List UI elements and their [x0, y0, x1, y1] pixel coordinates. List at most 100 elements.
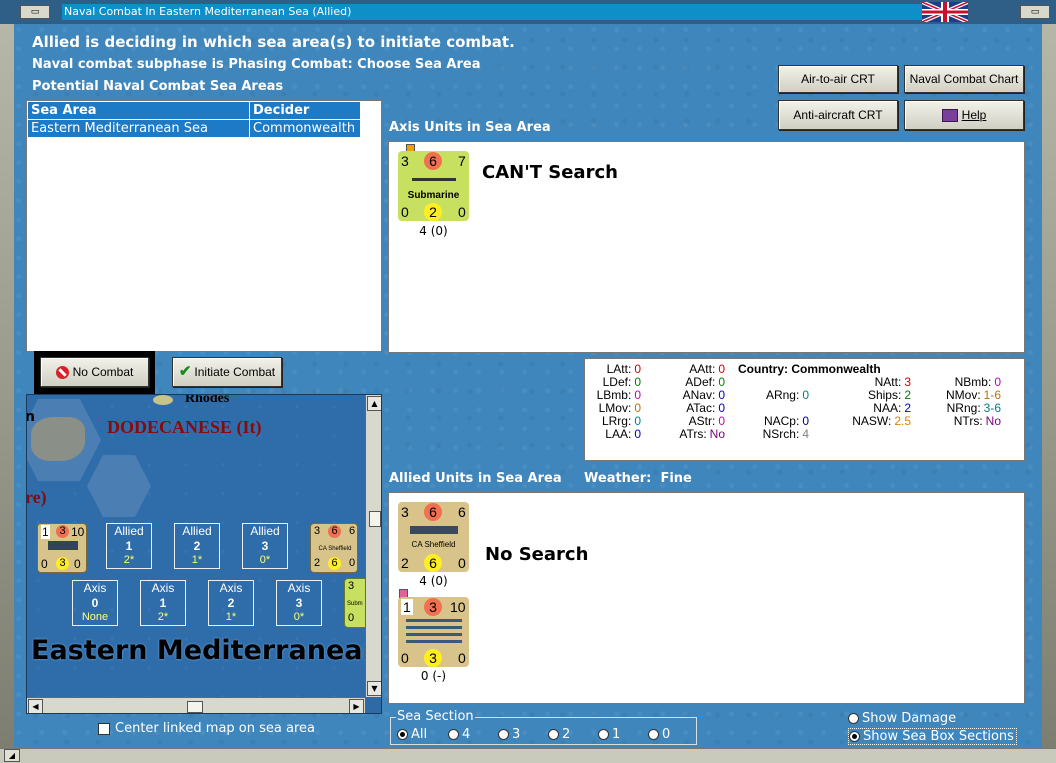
box-value: 2*: [157, 611, 169, 623]
radio-button[interactable]: [598, 729, 609, 740]
weather-line: Weather: Fine: [584, 471, 692, 486]
weather-value: Fine: [660, 471, 692, 486]
sea-area-cell[interactable]: Eastern Mediterranean Sea: [27, 119, 250, 138]
scroll-thumb[interactable]: [187, 701, 203, 713]
stats-column-land: LAtt: 0 LDef: 0 LBmb: 0 LMov: 0 LRrg: 0 LAA: 0: [596, 362, 641, 441]
show-sea-box-option[interactable]: Show Sea Box Sections: [848, 728, 1017, 745]
naval-combat-chart-button[interactable]: Naval Combat Chart: [904, 65, 1024, 93]
counter-value: 2: [314, 557, 321, 569]
counter-value: 3: [348, 580, 355, 592]
center-linked-checkbox[interactable]: Center linked map on sea area: [98, 721, 315, 736]
box-number: 2: [227, 596, 235, 610]
scroll-down-icon[interactable]: ▼: [367, 681, 381, 696]
scroll-right-icon[interactable]: ▶: [349, 699, 364, 713]
map-label-dodecanese: DODECANESE (It): [107, 417, 262, 437]
axis-units-panel[interactable]: 3 6 7 Submarine 0 2 0 4 (0) CAN'T Search: [388, 141, 1025, 353]
counter-value: 3: [424, 649, 442, 667]
sea-area-list[interactable]: Sea Area Decider Eastern Mediterranean S…: [26, 100, 382, 352]
anti-aircraft-crt-button[interactable]: Anti-aircraft CRT: [778, 100, 898, 130]
radio-button[interactable]: [498, 729, 509, 740]
map-vertical-scrollbar[interactable]: ▲ ▼: [365, 395, 381, 697]
axis-units-label: Axis Units in Sea Area: [389, 120, 551, 135]
column-header-sea-area[interactable]: Sea Area: [27, 101, 250, 120]
box-side: Axis: [151, 581, 175, 595]
submarine-icon: [412, 178, 456, 181]
counter-value: 0: [348, 612, 355, 624]
counter-value: 3: [56, 525, 69, 538]
allied-unit-counter[interactable]: 3 6 6 CA Sheffield 2 6 0: [398, 502, 469, 572]
allied-unit-counter[interactable]: 1 3 10 0 3 0: [398, 597, 469, 667]
counter-value: 0: [349, 557, 356, 569]
resize-corner-icon[interactable]: ◢: [4, 749, 20, 762]
map-label-partial: n: [27, 409, 35, 425]
scroll-thumb[interactable]: [369, 511, 381, 527]
counter-value: 0: [401, 650, 409, 666]
radio-label: 0: [662, 727, 671, 742]
help-button[interactable]: Help: [904, 100, 1024, 130]
radio-label: 1: [612, 727, 621, 742]
column-header-decider[interactable]: Decider: [249, 101, 361, 120]
center-linked-label: Center linked map on sea area: [115, 721, 315, 736]
checkbox-box[interactable]: [98, 722, 110, 735]
sea-section-option-3[interactable]: 3: [498, 727, 520, 742]
allied-units-panel[interactable]: 3 6 6 CA Sheffield 2 6 0 4 (0) 1 3 10 0 …: [388, 492, 1025, 704]
initiate-combat-button[interactable]: ✔ Initiate Combat: [172, 357, 282, 387]
axis-sea-box-0[interactable]: Axis 0 None: [72, 580, 118, 626]
window-menu-button[interactable]: ▭: [20, 5, 50, 19]
decider-cell[interactable]: Commonwealth: [249, 119, 361, 138]
radio-button[interactable]: [548, 729, 559, 740]
counter-value: 1: [401, 599, 413, 615]
map-unit-counter[interactable]: 3 6 6 CA Sheffield 2 6 0: [310, 523, 358, 573]
country-line: Country: Commonwealth: [738, 362, 881, 376]
counter-value: 7: [458, 153, 466, 169]
box-value: 2*: [123, 554, 135, 566]
axis-sea-box-3[interactable]: Axis 3 0*: [276, 580, 322, 626]
counter-value: 3: [314, 525, 321, 537]
table-row[interactable]: Eastern Mediterranean Sea Commonwealth: [27, 119, 361, 138]
radio-button[interactable]: [397, 729, 408, 740]
axis-search-status: CAN'T Search: [482, 162, 618, 183]
sea-section-option-1[interactable]: 1: [598, 727, 620, 742]
linked-map[interactable]: Rhodes n DODECANESE (It) re) 1 3 10 0 3 …: [26, 394, 382, 714]
counter-value: 2: [401, 555, 409, 571]
show-damage-option[interactable]: Show Damage: [848, 711, 956, 726]
allied-sea-box-2[interactable]: Allied 2 1*: [174, 523, 220, 569]
sea-section-label: Sea Section: [396, 709, 475, 724]
box-number: 1: [125, 539, 133, 553]
counter-name: CA Sheffield: [411, 540, 456, 549]
axis-unit-counter[interactable]: 3 6 7 Submarine 0 2 0: [398, 151, 469, 221]
counter-value: 3: [424, 598, 442, 616]
sea-section-option-0[interactable]: 0: [648, 727, 670, 742]
map-unit-counter[interactable]: 1 3 10 0 3 0: [37, 523, 87, 573]
help-label: Help: [961, 108, 987, 122]
sea-section-option-4[interactable]: 4: [448, 727, 470, 742]
no-combat-button[interactable]: No Combat: [40, 357, 149, 387]
show-sea-box-label: Show Sea Box Sections: [863, 729, 1014, 744]
radio-button[interactable]: [448, 729, 459, 740]
scroll-up-icon[interactable]: ▲: [367, 396, 381, 411]
radio-button[interactable]: [848, 713, 859, 724]
box-value: 1*: [191, 554, 203, 566]
sea-section-option-all[interactable]: All: [397, 727, 427, 742]
axis-sea-box-2[interactable]: Axis 2 1*: [208, 580, 254, 626]
radio-label: All: [411, 727, 428, 742]
unit-count: 4 (0): [419, 574, 448, 588]
radio-button[interactable]: [849, 731, 860, 742]
island-terrain: [31, 417, 85, 461]
box-side: Axis: [219, 581, 243, 595]
sea-section-option-2[interactable]: 2: [548, 727, 570, 742]
air-to-air-crt-button[interactable]: Air-to-air CRT: [778, 65, 898, 93]
axis-sea-box-1[interactable]: Axis 1 2*: [140, 580, 186, 626]
box-side: Axis: [83, 581, 107, 595]
allied-sea-box-1[interactable]: Allied 1 2*: [106, 523, 152, 569]
map-horizontal-scrollbar[interactable]: ◀ ▶: [27, 697, 365, 713]
radio-label: 3: [512, 727, 521, 742]
window-close-button[interactable]: ▭: [1020, 5, 1050, 19]
scroll-left-icon[interactable]: ◀: [28, 699, 43, 713]
allied-sea-box-3[interactable]: Allied 3 0*: [242, 523, 288, 569]
book-icon: [941, 109, 958, 123]
box-side: Allied: [182, 524, 212, 538]
radio-button[interactable]: [648, 729, 659, 740]
map-label-sea-name: Eastern Mediterranean: [31, 635, 382, 666]
counter-value: 0: [458, 650, 466, 666]
